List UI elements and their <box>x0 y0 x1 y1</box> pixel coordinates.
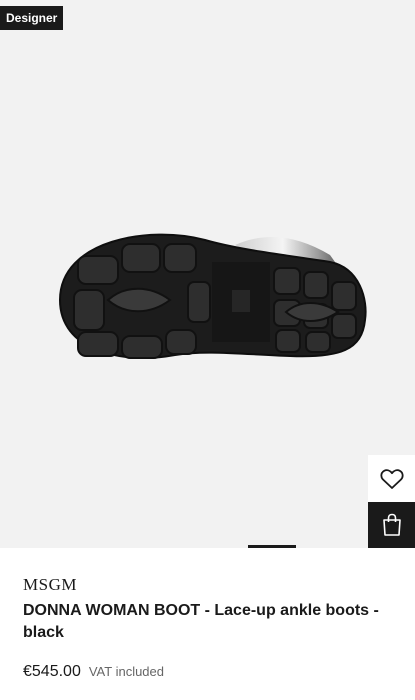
product-image-gallery[interactable]: Designer <box>0 0 415 548</box>
shopping-bag-icon <box>382 513 401 536</box>
vat-note: VAT included <box>88 664 164 679</box>
product-photo <box>58 233 367 359</box>
add-to-bag-button[interactable] <box>368 502 415 548</box>
image-carousel-indicator <box>248 545 344 548</box>
heart-icon <box>379 468 404 489</box>
carousel-dot-active[interactable] <box>248 545 296 548</box>
product-title: DONNA WOMAN BOOT - Lace-up ankle boots -… <box>23 602 379 641</box>
product-brand[interactable]: MSGM <box>23 575 77 595</box>
product-price: €545.00 <box>23 663 81 680</box>
add-to-wishlist-button[interactable] <box>368 455 415 502</box>
designer-badge: Designer <box>0 6 64 30</box>
price-row: €545.00 VAT included <box>23 663 164 681</box>
carousel-dot[interactable] <box>296 545 344 548</box>
